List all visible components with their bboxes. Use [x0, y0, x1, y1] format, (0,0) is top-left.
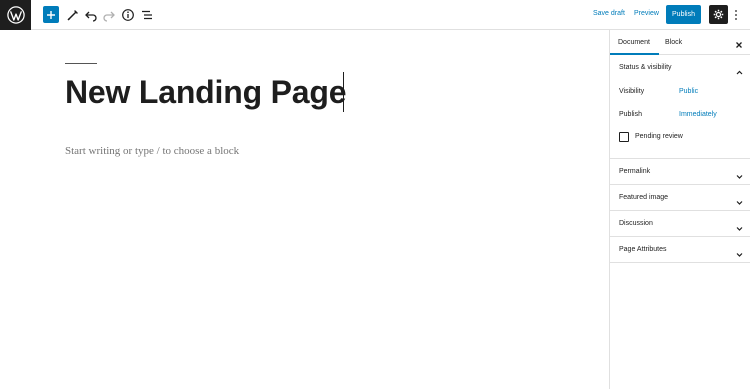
- chevron-down-icon: [735, 194, 744, 205]
- editor-toolbar: Save draft Preview Publish: [0, 0, 750, 30]
- redo-icon: [103, 11, 115, 22]
- redo-button[interactable]: [100, 6, 118, 24]
- discussion-panel[interactable]: Discussion: [610, 211, 750, 237]
- chevron-down-icon: [735, 220, 744, 231]
- status-visibility-toggle[interactable]: Status & visibility: [610, 55, 750, 81]
- plus-icon: [47, 10, 55, 19]
- text-caret: [343, 72, 344, 112]
- publish-date-button[interactable]: Immediately: [679, 111, 717, 118]
- undo-button[interactable]: [82, 6, 100, 24]
- more-options-button[interactable]: [731, 7, 741, 23]
- panel-title: Permalink: [619, 168, 651, 175]
- wordpress-logo-glyph: [6, 6, 25, 24]
- settings-button[interactable]: [709, 5, 728, 24]
- chevron-down-icon: [735, 168, 744, 179]
- close-sidebar-button[interactable]: [734, 37, 744, 48]
- publish-label: Publish: [619, 111, 642, 118]
- post-title-input[interactable]: New Landing Page: [65, 74, 346, 111]
- settings-sidebar: Document Block Status & visibility Visib…: [609, 30, 750, 389]
- details-button[interactable]: [119, 6, 137, 24]
- wordpress-logo-icon[interactable]: [0, 0, 31, 30]
- visibility-label: Visibility: [619, 88, 645, 95]
- tab-block[interactable]: Block: [665, 39, 682, 46]
- close-icon: [736, 42, 742, 48]
- info-icon: [122, 9, 134, 21]
- panel-title: Status & visibility: [619, 64, 672, 71]
- panel-title: Page Attributes: [619, 246, 667, 253]
- block-appender-placeholder[interactable]: Start writing or type / to choose a bloc…: [65, 145, 239, 157]
- save-draft-button[interactable]: Save draft: [593, 10, 625, 17]
- sidebar-tabs: Document Block: [610, 30, 750, 55]
- featured-image-panel[interactable]: Featured image: [610, 185, 750, 211]
- publish-button[interactable]: Publish: [666, 5, 701, 24]
- visibility-value-button[interactable]: Public: [679, 88, 698, 95]
- add-block-button[interactable]: [43, 6, 59, 23]
- pending-review-checkbox[interactable]: [619, 132, 629, 142]
- preview-button[interactable]: Preview: [634, 10, 659, 17]
- more-vertical-icon: [735, 10, 737, 20]
- chevron-up-icon: [735, 64, 744, 75]
- list-view-icon: [142, 10, 152, 20]
- tab-document[interactable]: Document: [618, 39, 650, 46]
- pencil-icon: [67, 10, 78, 21]
- list-view-button[interactable]: [138, 6, 156, 24]
- status-visibility-panel: Status & visibility Visibility Public Pu…: [610, 55, 750, 159]
- undo-icon: [85, 11, 97, 22]
- panel-title: Featured image: [619, 194, 669, 201]
- page-attributes-panel[interactable]: Page Attributes: [610, 237, 750, 263]
- title-separator: [65, 63, 97, 64]
- tools-button[interactable]: [64, 6, 82, 24]
- panel-title: Discussion: [619, 220, 653, 227]
- permalink-panel[interactable]: Permalink: [610, 159, 750, 185]
- chevron-down-icon: [735, 246, 744, 257]
- pending-review-label: Pending review: [635, 133, 683, 140]
- gear-icon: [713, 9, 724, 20]
